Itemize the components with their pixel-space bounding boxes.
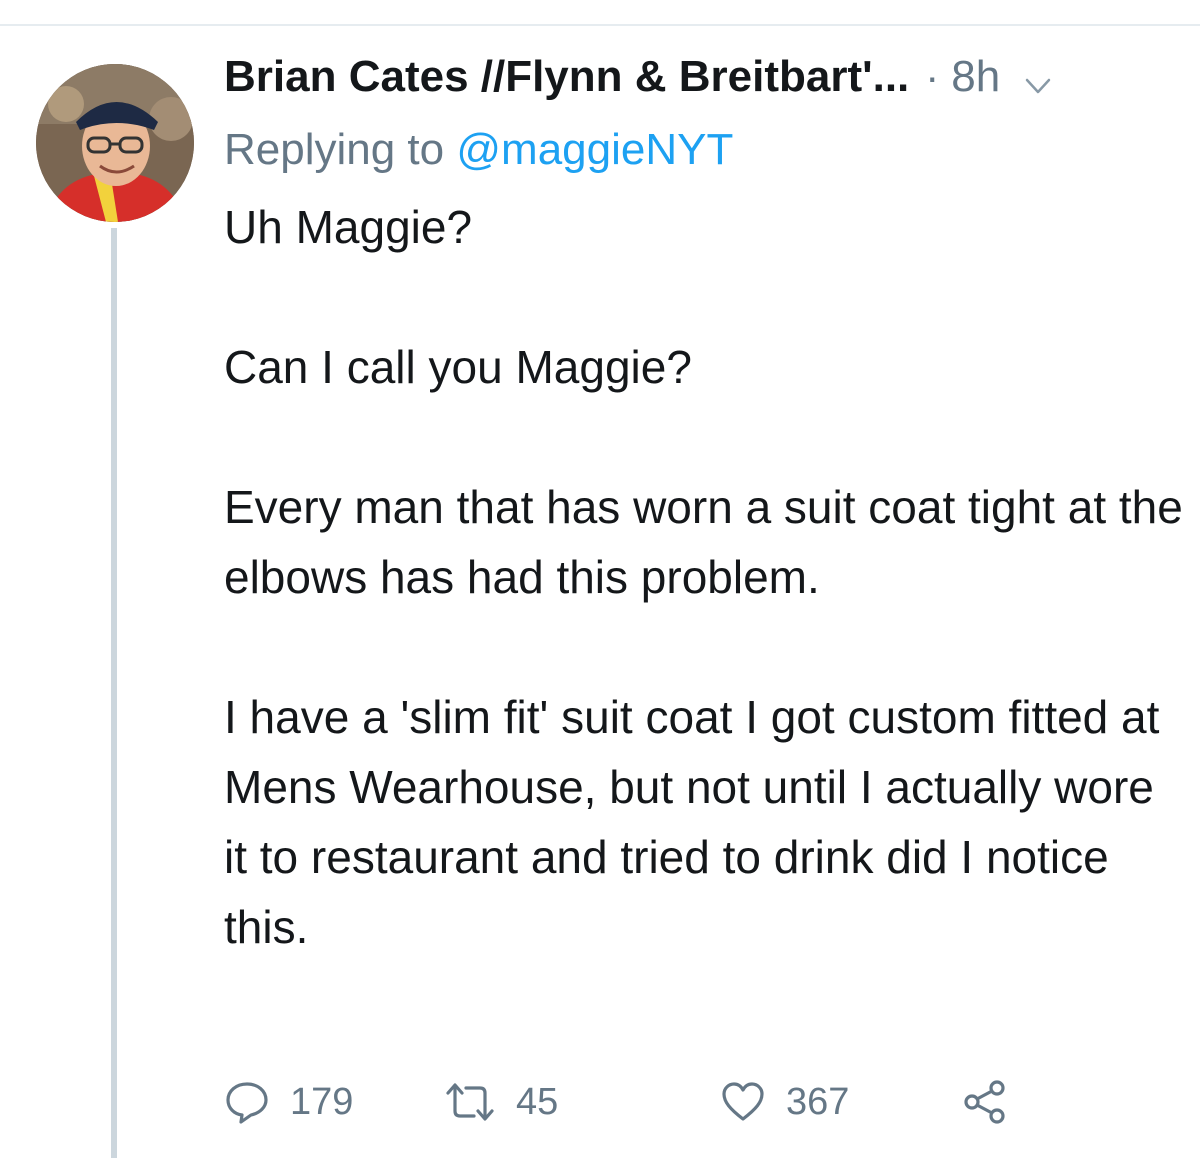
retweet-count: 45 — [516, 1080, 559, 1123]
retweet-icon — [444, 1079, 496, 1125]
avatar-image — [36, 64, 194, 222]
reply-button[interactable]: 179 — [224, 1078, 353, 1126]
tweet-paragraph-1: Uh Maggie? — [224, 201, 473, 253]
heart-icon — [720, 1079, 766, 1125]
like-button[interactable]: 367 — [720, 1078, 849, 1126]
replying-prefix: Replying to — [224, 125, 445, 174]
tweet-page: Brian Cates //Flynn & Breitbart'... · 8h… — [0, 0, 1200, 1160]
tweet-timestamp[interactable]: 8h — [951, 52, 1000, 102]
tweet-paragraph-2: Can I call you Maggie? — [224, 341, 692, 393]
tweet-content: Brian Cates //Flynn & Breitbart'... · 8h… — [224, 52, 1184, 962]
share-icon — [962, 1079, 1008, 1125]
thread-connector-line — [111, 228, 117, 1158]
replying-handle-link[interactable]: @maggieNYT — [456, 125, 733, 174]
reply-bubble-icon — [224, 1079, 270, 1125]
tweet-header: Brian Cates //Flynn & Breitbart'... · 8h — [224, 52, 1184, 120]
header-separator: · — [925, 53, 940, 100]
tweet-actions: 179 45 367 — [224, 1078, 1024, 1126]
tweet-text: Uh Maggie? Can I call you Maggie? Every … — [224, 192, 1184, 962]
share-button[interactable] — [962, 1078, 1008, 1126]
top-divider — [0, 24, 1200, 26]
chevron-down-icon[interactable] — [1024, 72, 1052, 100]
user-avatar[interactable] — [36, 64, 194, 222]
author-display-name[interactable]: Brian Cates //Flynn & Breitbart'... — [224, 52, 909, 102]
reply-count: 179 — [290, 1080, 354, 1123]
replying-to: Replying to @maggieNYT — [224, 120, 1184, 180]
tweet-paragraph-4: I have a 'slim fit' suit coat I got cust… — [224, 691, 1160, 953]
like-count: 367 — [786, 1080, 850, 1123]
retweet-button[interactable]: 45 — [444, 1078, 558, 1126]
tweet-paragraph-3: Every man that has worn a suit coat tigh… — [224, 481, 1183, 603]
